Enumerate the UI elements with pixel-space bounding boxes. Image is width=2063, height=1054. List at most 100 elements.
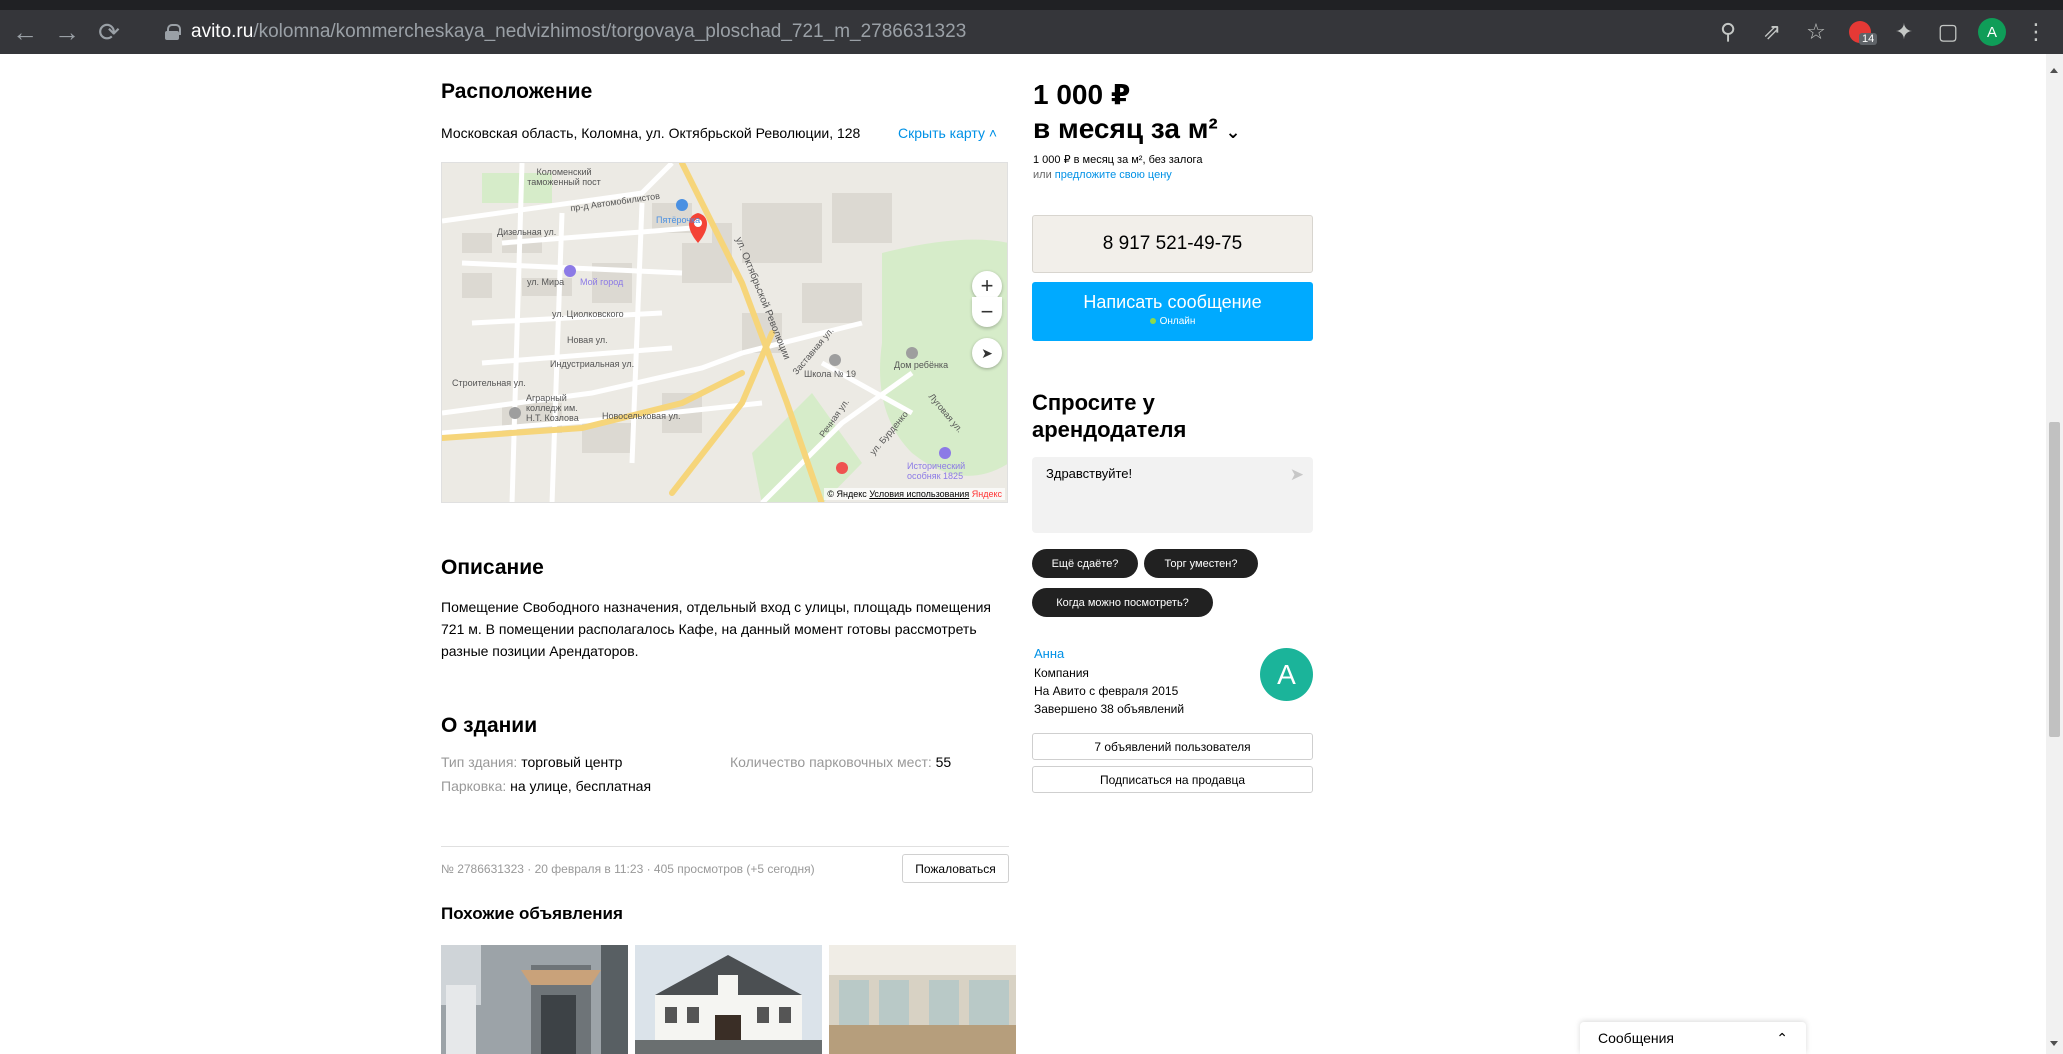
seller-completed: Завершено 38 объявлений bbox=[1034, 702, 1185, 716]
price-amount: 1 000 ₽ bbox=[1033, 79, 1131, 110]
parking-count: Количество парковочных мест: 55 bbox=[730, 754, 951, 770]
messages-label: Сообщения bbox=[1598, 1030, 1674, 1046]
online-label: Онлайн bbox=[1159, 316, 1196, 327]
yandex-logo: Яндекс bbox=[971, 489, 1002, 499]
hide-map-link[interactable]: Скрыть карту ˄ bbox=[898, 125, 997, 141]
parking-count-key: Количество парковочных мест: bbox=[730, 754, 932, 770]
map[interactable]: Коломенский таможенный пост Пятёрочка пр… bbox=[441, 162, 1008, 503]
map-label-college: Аграрный колледж им. Н.Т. Козлова bbox=[526, 393, 579, 423]
lock-icon[interactable] bbox=[165, 24, 181, 40]
similar-listing-thumbnail[interactable] bbox=[635, 945, 822, 1054]
map-label-novosel: Новосельковая ул. bbox=[602, 411, 681, 421]
page-content: Расположение Московская область, Коломна… bbox=[0, 54, 2063, 1054]
price-deposit: 1 000 ₽ в месяц за м², без залога bbox=[1033, 154, 1203, 166]
building-type: Тип здания: торговый центр bbox=[441, 754, 622, 770]
description-text: Помещение Свободного назначения, отдельн… bbox=[441, 599, 991, 659]
scrollbar-thumb[interactable] bbox=[2049, 422, 2060, 737]
building-type-value: торговый центр bbox=[521, 754, 623, 770]
zoom-out-icon[interactable]: − bbox=[972, 297, 1002, 327]
chevron-up-icon: ⌃ bbox=[1776, 1029, 1788, 1046]
offer-price-link[interactable]: предложите свою цену bbox=[1055, 169, 1172, 181]
building-heading: О здании bbox=[441, 714, 538, 737]
seller-name-link[interactable]: Анна bbox=[1034, 646, 1064, 661]
profile-avatar[interactable]: A bbox=[1973, 13, 2011, 51]
back-arrow-icon[interactable]: ← bbox=[8, 15, 42, 49]
complain-button[interactable]: Пожаловаться bbox=[902, 854, 1009, 883]
hide-map-label: Скрыть карту bbox=[898, 125, 985, 141]
bookmark-star-icon[interactable]: ☆ bbox=[1797, 13, 1835, 51]
url-host: avito.ru bbox=[191, 21, 254, 42]
location-heading: Расположение bbox=[441, 80, 593, 103]
tab-strip bbox=[0, 0, 2063, 10]
map-label-pyaterochka: Пятёрочка bbox=[656, 215, 701, 225]
map-terms-link[interactable]: Условия использования bbox=[869, 489, 969, 499]
send-icon[interactable]: ➤ bbox=[1290, 465, 1304, 485]
messages-widget[interactable]: Сообщения ⌃ bbox=[1580, 1022, 1806, 1054]
address-bar[interactable]: avito.ru/kolomna/kommercheskaya_nedvizhi… bbox=[165, 14, 1715, 50]
map-label-mira: ул. Мира bbox=[527, 277, 565, 287]
ask-heading: Спросите у арендодателя bbox=[1032, 390, 1187, 442]
scroll-down-icon[interactable] bbox=[2050, 1041, 2058, 1046]
show-phone-button[interactable]: 8 917 521-49-75 bbox=[1032, 215, 1313, 273]
similar-listing-thumbnail[interactable] bbox=[441, 945, 628, 1054]
quick-question-chip[interactable]: Когда можно посмотреть? bbox=[1032, 588, 1213, 617]
listing-meta: № 2786631323 · 20 февраля в 11:23 · 405 … bbox=[441, 862, 815, 876]
parking-count-value: 55 bbox=[935, 754, 952, 770]
price-details: 1 000 ₽ в месяц за м², без залога или пр… bbox=[1033, 153, 1202, 183]
write-message-label: Написать сообщение bbox=[1083, 292, 1262, 312]
description-heading: Описание bbox=[441, 556, 544, 579]
map-label-school: Школа № 19 bbox=[804, 369, 857, 379]
subscribe-seller-button[interactable]: Подписаться на продавца bbox=[1032, 766, 1313, 793]
geolocation-icon[interactable]: ➤ bbox=[972, 338, 1002, 368]
seller-since: На Авито с февраля 2015 bbox=[1034, 684, 1179, 698]
price: 1 000 ₽ в месяц за м² ⌄ bbox=[1033, 78, 1241, 149]
quick-question-chip[interactable]: Торг уместен? bbox=[1144, 549, 1258, 578]
map-label-customs: Коломенский таможенный пост bbox=[527, 167, 601, 187]
similar-heading: Похожие объявления bbox=[441, 904, 623, 923]
parking-value: на улице, бесплатная bbox=[510, 778, 652, 794]
map-copyright: © Яндекс bbox=[827, 489, 867, 499]
parking-key: Парковка: bbox=[441, 778, 507, 794]
ask-message-text: Здравствуйте! bbox=[1046, 466, 1133, 481]
parking: Парковка: на улице, бесплатная bbox=[441, 778, 651, 794]
map-label-industr: Индустриальная ул. bbox=[550, 359, 635, 369]
building-type-key: Тип здания: bbox=[441, 754, 518, 770]
url-path: /kolomna/kommercheskaya_nedvizhimost/tor… bbox=[253, 21, 967, 42]
toolbar-actions: ⚲ ⇗ ☆ 14 ✦ ▢ A ⋮ bbox=[1703, 10, 2063, 54]
online-dot-icon bbox=[1149, 318, 1156, 324]
extension-badge-count: 14 bbox=[1859, 33, 1878, 45]
write-message-button[interactable]: Написать сообщение Онлайн bbox=[1032, 282, 1313, 341]
reload-icon[interactable]: ⟳ bbox=[92, 15, 126, 49]
seller-listings-button[interactable]: 7 объявлений пользователя bbox=[1032, 733, 1313, 760]
map-label-my-city: Мой город bbox=[580, 277, 624, 287]
map-attribution: © Яндекс Условия использования Яндекс bbox=[824, 488, 1005, 500]
map-label-historic: Исторический особняк 1825 bbox=[907, 461, 966, 481]
page-scrollbar[interactable] bbox=[2046, 54, 2063, 1054]
map-canvas[interactable] bbox=[442, 163, 1008, 503]
offer-prefix: или bbox=[1033, 169, 1052, 181]
seller-avatar[interactable]: A bbox=[1260, 648, 1313, 701]
map-label-dizel: Дизельная ул. bbox=[497, 227, 557, 237]
scroll-up-icon[interactable] bbox=[2050, 68, 2058, 73]
quick-question-chip[interactable]: Ещё сдаёте? bbox=[1032, 549, 1138, 578]
online-status: Онлайн bbox=[1032, 316, 1313, 327]
share-icon[interactable]: ⇗ bbox=[1753, 13, 1791, 51]
seller-type: Компания bbox=[1034, 666, 1089, 680]
chevron-down-icon: ⌄ bbox=[1225, 122, 1241, 142]
side-panel-icon[interactable]: ▢ bbox=[1929, 13, 1967, 51]
price-period: в месяц за м² bbox=[1033, 113, 1218, 144]
zoom-icon[interactable]: ⚲ bbox=[1709, 13, 1747, 51]
kebab-menu-icon[interactable]: ⋮ bbox=[2017, 13, 2055, 51]
ask-message-input[interactable]: Здравствуйте! ➤ bbox=[1032, 457, 1313, 533]
map-label-stroit: Строительная ул. bbox=[452, 378, 526, 388]
extension-icon[interactable]: 14 bbox=[1841, 13, 1879, 51]
address-text: Московская область, Коломна, ул. Октябрь… bbox=[441, 125, 861, 141]
map-label-children-home: Дом ребёнка bbox=[894, 360, 949, 370]
price-period-selector[interactable]: в месяц за м² ⌄ bbox=[1033, 112, 1241, 149]
profile-initial: A bbox=[1978, 18, 2006, 46]
forward-arrow-icon[interactable]: → bbox=[50, 15, 84, 49]
map-label-novaya: Новая ул. bbox=[567, 335, 608, 345]
divider bbox=[441, 846, 1009, 847]
similar-listing-thumbnail[interactable] bbox=[829, 945, 1016, 1054]
puzzle-extensions-icon[interactable]: ✦ bbox=[1885, 13, 1923, 51]
